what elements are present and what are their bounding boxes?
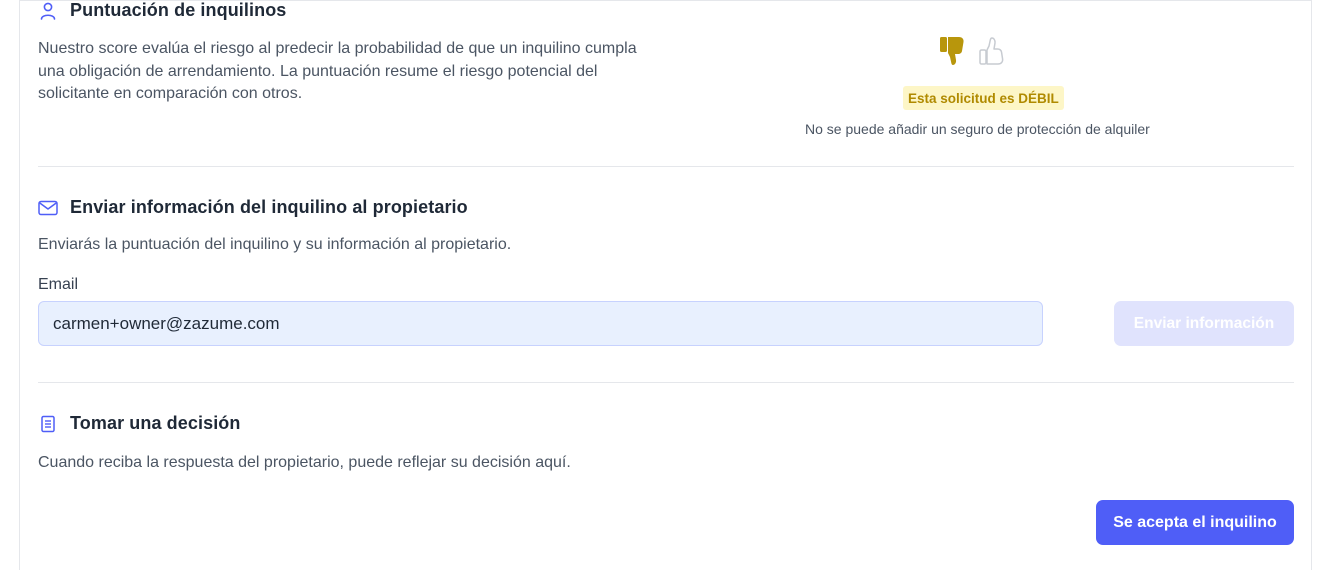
- send-section-title: Enviar información del inquilino al prop…: [70, 197, 468, 217]
- rating-badge: Esta solicitud es DÉBIL: [903, 86, 1064, 110]
- score-description-line: una obligación de arrendamiento. La punt…: [38, 62, 598, 80]
- section-divider: [38, 382, 1294, 383]
- thumbs-down-icon: [938, 34, 966, 73]
- email-label: Email: [38, 276, 79, 293]
- mail-icon: [38, 198, 58, 218]
- document-icon: [38, 414, 58, 434]
- thumbs-up-icon: [978, 34, 1006, 73]
- insurance-note: No se puede añadir un seguro de protecci…: [805, 121, 1150, 137]
- decision-section-header: Tomar una decisión: [38, 413, 241, 434]
- accept-tenant-button[interactable]: Se acepta el inquilino: [1096, 500, 1294, 545]
- send-description: Enviarás la puntuación del inquilino y s…: [38, 236, 512, 253]
- section-divider: [38, 166, 1294, 167]
- score-section-title: Puntuación de inquilinos: [70, 0, 287, 20]
- email-field[interactable]: [38, 301, 1043, 346]
- score-description: Nuestro score evalúa el riesgo al predec…: [38, 38, 637, 106]
- decision-description: Cuando reciba la respuesta del propietar…: [38, 454, 571, 471]
- score-thumbs: [938, 34, 1006, 73]
- score-description-line: Nuestro score evalúa el riesgo al predec…: [38, 40, 637, 57]
- user-icon: [38, 1, 58, 21]
- score-description-line: solicitante en comparación con otros.: [38, 85, 303, 102]
- score-section-header: Puntuación de inquilinos: [38, 0, 286, 21]
- send-section-header: Enviar información del inquilino al prop…: [38, 197, 468, 218]
- decision-section-title: Tomar una decisión: [70, 413, 241, 433]
- send-info-button[interactable]: Enviar información: [1114, 301, 1294, 346]
